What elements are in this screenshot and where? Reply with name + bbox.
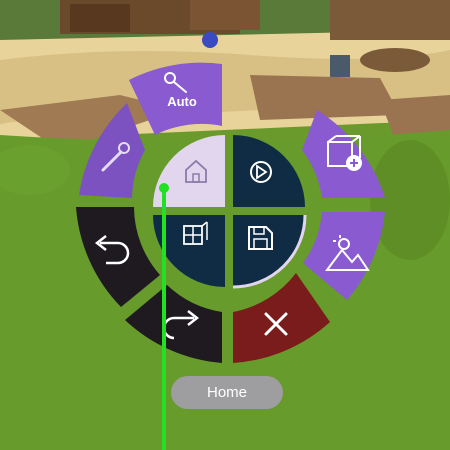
environment-button[interactable] [303, 212, 385, 300]
play-button[interactable] [233, 135, 305, 207]
add-object-button[interactable] [302, 110, 385, 198]
tooltip-label: Home [171, 376, 283, 409]
undo-button[interactable] [76, 207, 160, 307]
auto-button[interactable]: Auto [129, 62, 222, 135]
auto-label: Auto [167, 94, 197, 109]
pointer-cursor [159, 183, 169, 193]
laser-pointer [162, 186, 166, 450]
redo-button[interactable] [125, 285, 222, 363]
settings-button[interactable] [79, 103, 145, 198]
